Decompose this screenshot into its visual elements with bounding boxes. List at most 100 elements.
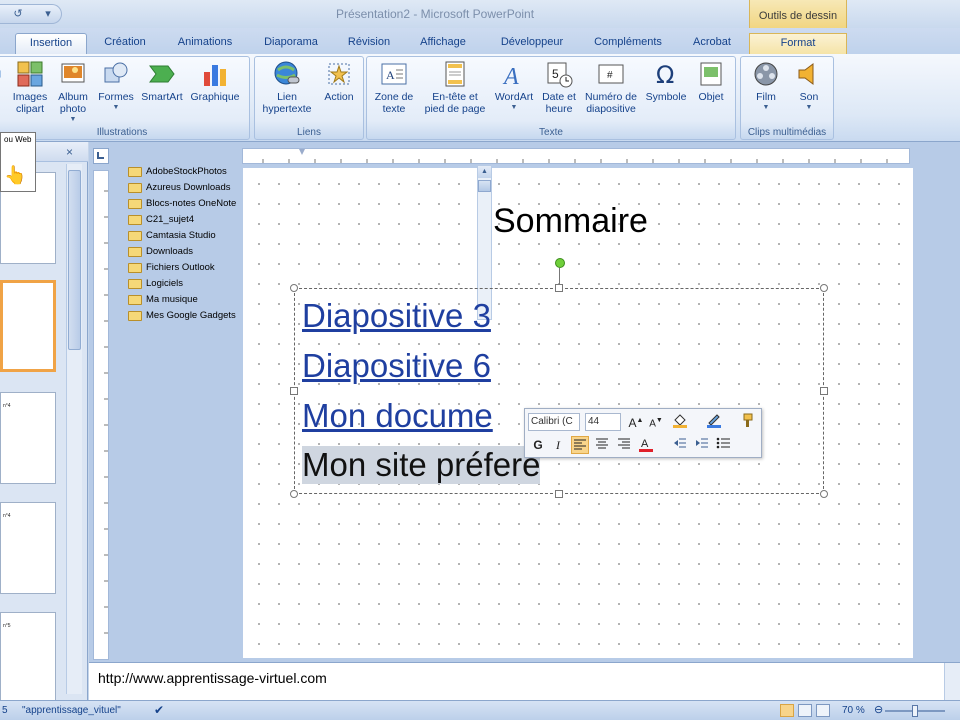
slideshow-view-icon[interactable]	[816, 704, 830, 717]
bullets-button[interactable]	[715, 436, 733, 454]
tab-complements[interactable]: Compléments	[586, 33, 670, 54]
folder-item[interactable]: Downloads	[126, 244, 246, 260]
folder-item[interactable]: Blocs-notes OneNote	[126, 196, 246, 212]
folder-icon	[128, 183, 142, 193]
wordart-icon: A	[502, 64, 519, 88]
slide-thumbnail-3-selected[interactable]	[0, 280, 56, 372]
zoom-level[interactable]: 70 %	[842, 705, 865, 716]
graphique-button[interactable]: Graphique	[187, 60, 243, 103]
increase-indent-button[interactable]	[693, 436, 711, 454]
grow-font-icon[interactable]: A▲	[627, 412, 645, 430]
tab-acrobat[interactable]: Acrobat	[683, 33, 741, 54]
tab-stop-selector[interactable]	[93, 148, 109, 164]
notes-text[interactable]: http://www.apprentissage-virtuel.com	[98, 670, 327, 686]
group-clips: Film ▼ Son ▼ Clips multimédias	[740, 56, 834, 140]
chevron-down-icon: ▼	[69, 116, 77, 123]
resize-handle[interactable]	[290, 284, 298, 292]
bullet-mon-site-prefere[interactable]: Mon site préfere	[302, 446, 541, 484]
date-heure-button[interactable]: 5 Date et heure	[539, 60, 579, 115]
resize-handle[interactable]	[820, 387, 828, 395]
formes-button[interactable]: Formes ▼	[97, 60, 135, 112]
resize-handle[interactable]	[290, 490, 298, 498]
slide-thumbnail-5[interactable]: n°4	[0, 502, 56, 594]
folder-item[interactable]: AdobeStockPhotos	[126, 164, 246, 180]
lien-hypertexte-button[interactable]: Lien hypertexte	[261, 60, 313, 115]
table-button-partial[interactable]	[0, 60, 7, 91]
font-size-box[interactable]: 44	[585, 413, 621, 431]
align-left-button[interactable]	[571, 436, 589, 454]
tab-insertion[interactable]: Insertion	[15, 33, 87, 54]
close-icon[interactable]: ×	[66, 145, 73, 159]
vertical-ruler[interactable]	[93, 170, 109, 660]
font-name-box[interactable]: Calibri (C	[528, 413, 580, 431]
italic-button[interactable]: I	[549, 436, 567, 454]
group-texte: A Zone de texte En-tête et pied de page …	[366, 56, 736, 140]
resize-handle[interactable]	[820, 490, 828, 498]
bullet-link-diapositive-3[interactable]: Diapositive 3	[302, 297, 491, 335]
tab-format[interactable]: Format	[749, 33, 847, 54]
film-button[interactable]: Film ▼	[745, 60, 787, 112]
folder-icon	[128, 215, 142, 225]
tab-affichage[interactable]: Affichage	[411, 33, 475, 54]
slide-title[interactable]: Sommaire	[493, 202, 648, 241]
resize-handle[interactable]	[555, 490, 563, 498]
slide-sorter-view-icon[interactable]	[798, 704, 812, 717]
tab-animations[interactable]: Animations	[168, 33, 242, 54]
notes-scrollbar[interactable]	[944, 663, 960, 701]
spelling-check-icon[interactable]: ✔	[154, 703, 164, 717]
folder-item[interactable]: C21_sujet4	[126, 212, 246, 228]
tab-diaporama[interactable]: Diaporama	[255, 33, 327, 54]
zone-de-texte-button[interactable]: A Zone de texte	[371, 60, 417, 115]
zoom-slider-knob[interactable]	[912, 705, 918, 717]
font-color-button[interactable]: A	[637, 436, 655, 454]
objet-button[interactable]: Objet	[691, 60, 731, 103]
notes-pane[interactable]: http://www.apprentissage-virtuel.com	[89, 662, 960, 701]
folder-item[interactable]: Azureus Downloads	[126, 180, 246, 196]
object-icon	[700, 62, 722, 86]
decrease-indent-button[interactable]	[671, 436, 689, 454]
slides-panel-scrollbar[interactable]	[66, 164, 82, 694]
folder-item[interactable]: Camtasia Studio	[126, 228, 246, 244]
scroll-up-icon[interactable]: ▲	[478, 166, 491, 178]
zoom-out-icon[interactable]: ⊖	[874, 703, 883, 716]
images-clipart-button[interactable]: Images clipart	[11, 60, 49, 115]
folder-item[interactable]: Ma musique	[126, 292, 246, 308]
fill-color-icon[interactable]	[671, 412, 689, 430]
calendar-clock-icon: 5	[547, 62, 573, 88]
normal-view-icon[interactable]	[780, 704, 794, 717]
scrollbar-thumb[interactable]	[478, 180, 491, 192]
window-title: Présentation2 - Microsoft PowerPoint	[335, 7, 535, 21]
bold-button[interactable]: G	[529, 436, 547, 454]
tab-revision[interactable]: Révision	[339, 33, 399, 54]
folder-item[interactable]: Fichiers Outlook	[126, 260, 246, 276]
action-button[interactable]: Action	[319, 60, 359, 103]
symbole-button[interactable]: Ω Symbole	[643, 60, 689, 103]
resize-handle[interactable]	[820, 284, 828, 292]
album-photo-button[interactable]: Album photo ▼	[53, 60, 93, 124]
resize-handle[interactable]	[555, 284, 563, 292]
format-painter-icon[interactable]	[737, 412, 755, 430]
smartart-button[interactable]: SmartArt	[139, 60, 185, 103]
folder-item[interactable]: Logiciels	[126, 276, 246, 292]
tab-creation[interactable]: Création	[94, 33, 156, 54]
line-color-icon[interactable]	[705, 412, 723, 430]
align-right-button[interactable]	[615, 436, 633, 454]
resize-handle[interactable]	[290, 387, 298, 395]
align-center-button[interactable]	[593, 436, 611, 454]
bullet-link-mon-document[interactable]: Mon docume	[302, 397, 493, 435]
scrollbar-thumb[interactable]	[68, 170, 81, 350]
entete-pied-button[interactable]: En-tête et pied de page	[421, 60, 489, 115]
album-photo-label: Album photo	[58, 91, 88, 115]
symbole-label: Symbole	[645, 91, 687, 103]
rotation-handle[interactable]	[555, 258, 565, 268]
numero-diapositive-button[interactable]: # Numéro de diapositive	[581, 60, 641, 115]
horizontal-ruler[interactable]	[242, 148, 910, 164]
son-button[interactable]: Son ▼	[789, 60, 829, 112]
tab-developpeur[interactable]: Développeur	[490, 33, 574, 54]
folder-item[interactable]: Mes Google Gadgets	[126, 308, 246, 324]
shrink-font-icon[interactable]: A▼	[647, 412, 665, 430]
slide-thumbnail-4[interactable]: n°4	[0, 392, 56, 484]
wordart-button[interactable]: A WordArt ▼	[491, 60, 537, 112]
slide-thumbnail-6[interactable]: n°5	[0, 612, 56, 704]
bullet-link-diapositive-6[interactable]: Diapositive 6	[302, 347, 491, 385]
